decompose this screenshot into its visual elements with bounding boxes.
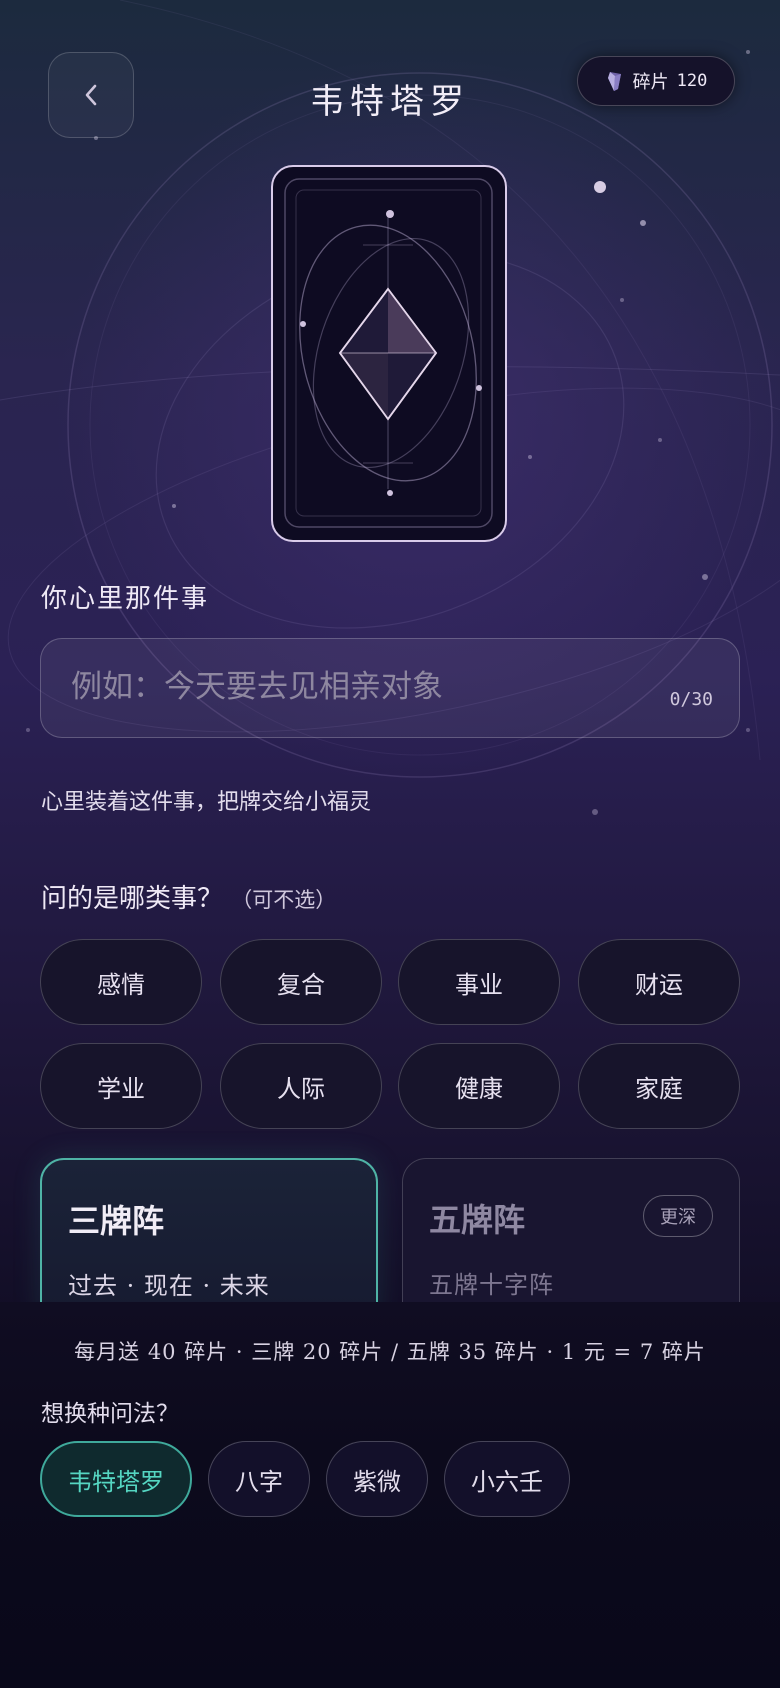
category-chip[interactable]: 感情 — [40, 939, 202, 1025]
spread-description: 过去 · 现在 · 未来 — [68, 1272, 270, 1300]
spread-description: 五牌十字阵 — [429, 1271, 554, 1299]
shard-label: 碎片 — [632, 72, 669, 93]
question-hint: 心里装着这件事，把牌交给小福灵 — [41, 790, 372, 815]
tarot-card-back[interactable] — [271, 165, 507, 542]
category-chip[interactable]: 人际 — [220, 1043, 382, 1129]
question-input[interactable] — [69, 663, 633, 711]
category-chip[interactable]: 学业 — [40, 1043, 202, 1129]
question-section-label: 你心里那件事 — [41, 584, 210, 614]
crystal-shard-icon — [607, 72, 621, 91]
category-chip[interactable]: 复合 — [220, 939, 382, 1025]
switch-method-label: 想换种问法？ — [41, 1401, 179, 1427]
shard-count: 120 — [676, 71, 708, 91]
pricing-info: 每月送 40 碎片 · 三牌 20 碎片 / 五牌 35 碎片 · 1 元 = … — [74, 1340, 706, 1364]
category-optional-note: （可不选） — [231, 888, 337, 912]
question-field[interactable]: 0/30 — [40, 638, 740, 738]
shard-balance-badge[interactable]: 碎片 120 — [577, 56, 735, 106]
card-emblem — [284, 178, 493, 528]
category-chip[interactable]: 事业 — [398, 939, 560, 1025]
method-chip-tarot[interactable]: 韦特塔罗 — [40, 1441, 192, 1517]
category-chip[interactable]: 家庭 — [578, 1043, 740, 1129]
bottom-panel: 每月送 40 碎片 · 三牌 20 碎片 / 五牌 35 碎片 · 1 元 = … — [0, 1302, 780, 1688]
method-chip-xiaoliuren[interactable]: 小六壬 — [444, 1441, 570, 1517]
category-chip[interactable]: 健康 — [398, 1043, 560, 1129]
char-counter: 0/30 — [669, 689, 713, 710]
deeper-badge: 更深 — [643, 1195, 713, 1237]
category-label: 问的是哪类事？ — [41, 884, 224, 914]
method-chip-ziwei[interactable]: 紫微 — [326, 1441, 428, 1517]
method-chip-bazi[interactable]: 八字 — [208, 1441, 310, 1517]
category-chip[interactable]: 财运 — [578, 939, 740, 1025]
category-section: 问的是哪类事？ （可不选） — [41, 878, 336, 915]
spread-name: 三牌阵 — [68, 1202, 165, 1240]
spread-name: 五牌阵 — [429, 1201, 526, 1239]
